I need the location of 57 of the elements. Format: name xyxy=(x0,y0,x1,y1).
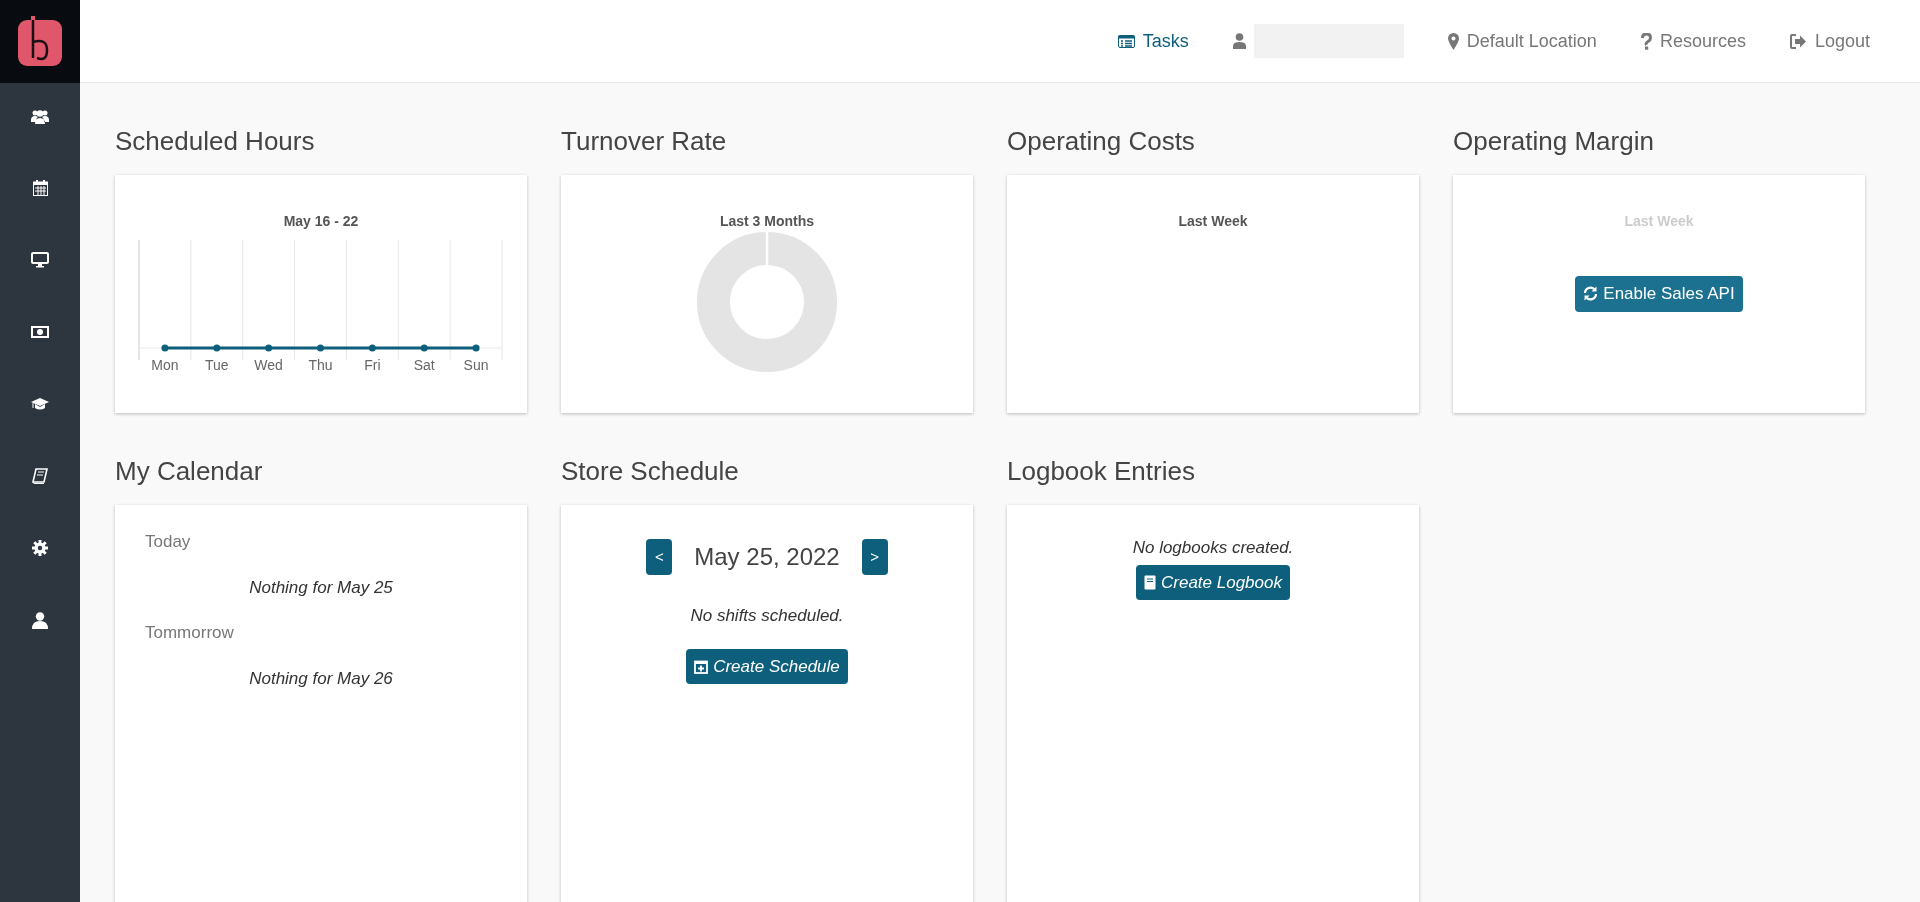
schedule-date: May 25, 2022 xyxy=(694,542,840,572)
schedule-note: No shifts scheduled. xyxy=(690,605,844,627)
previous-button[interactable]: < xyxy=(646,539,673,575)
widget-title: Operating Costs xyxy=(1007,125,1196,158)
day-label: Wed xyxy=(254,357,283,373)
calendar-icon[interactable] xyxy=(32,180,48,196)
widget-title: Operating Margin xyxy=(1453,125,1655,158)
nav-link[interactable]: Resources xyxy=(1640,27,1746,55)
chart-point xyxy=(213,344,221,352)
chart-title: Last 3 Months xyxy=(719,212,815,231)
chart-point xyxy=(265,344,273,352)
nav-link[interactable]: Tasks xyxy=(1117,27,1189,55)
graduation-cap-icon[interactable] xyxy=(31,398,49,410)
day-heading: Today xyxy=(145,531,191,553)
widget-title: Turnover Rate xyxy=(561,125,728,158)
day-label: Mon xyxy=(151,357,179,373)
chart-title: May 16 - 22 xyxy=(283,212,359,231)
button[interactable]: Enable Sales API xyxy=(1575,276,1743,312)
book-icon[interactable] xyxy=(32,468,48,484)
next-button[interactable]: > xyxy=(861,539,888,575)
chart-point xyxy=(472,344,480,352)
day-label: Sun xyxy=(463,357,489,373)
book-icon xyxy=(1144,574,1156,590)
widget-title: Store Schedule xyxy=(561,455,740,488)
chart-point xyxy=(420,344,428,352)
chart-point xyxy=(161,344,169,352)
logo-icon[interactable] xyxy=(18,15,62,68)
nav-link[interactable]: Default Location xyxy=(1447,27,1597,55)
widget-title: Logbook Entries xyxy=(1007,455,1196,488)
gear-icon[interactable] xyxy=(32,540,48,556)
day-label: Fri xyxy=(364,357,381,373)
question-mark-icon xyxy=(1640,32,1652,50)
monitor-icon[interactable] xyxy=(31,252,49,268)
day-label: Sat xyxy=(413,357,435,373)
day-label: Thu xyxy=(308,357,333,373)
day-heading: Tommorrow xyxy=(145,622,234,644)
logbook-note: No logbooks created. xyxy=(1132,537,1294,559)
day-label: Tue xyxy=(205,357,229,373)
widget-title: Scheduled Hours xyxy=(115,125,316,158)
calendar-plus-icon xyxy=(694,658,709,674)
sign-out-icon xyxy=(1789,33,1807,49)
refresh-icon xyxy=(1583,286,1599,302)
calendar-note: Nothing for May 25 xyxy=(249,576,393,599)
chart-point xyxy=(317,344,324,352)
button[interactable]: Create Schedule xyxy=(686,648,848,684)
chart-point xyxy=(368,344,376,352)
banknote-icon[interactable] xyxy=(31,326,49,338)
button[interactable]: Create Logbook xyxy=(1136,564,1290,600)
person-icon xyxy=(1232,33,1246,49)
list-icon xyxy=(1117,34,1135,48)
map-pin-icon xyxy=(1447,32,1459,50)
person-icon[interactable] xyxy=(32,611,48,629)
calendar-note: Nothing for May 26 xyxy=(249,667,393,690)
users-icon[interactable] xyxy=(31,108,49,124)
nav-link[interactable]: Logout xyxy=(1789,27,1870,55)
chart-title: Last Week xyxy=(1178,212,1248,231)
widget-title: My Calendar xyxy=(115,455,264,488)
